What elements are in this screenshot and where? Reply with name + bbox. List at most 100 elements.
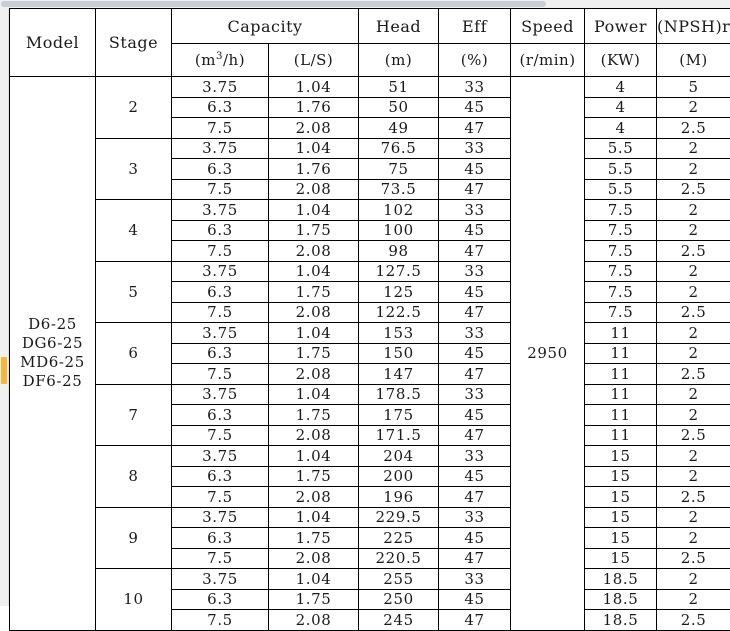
- head-cell: 100: [359, 220, 439, 241]
- capacity-m3h-cell: 6.3: [172, 220, 269, 241]
- power-cell: 5.5: [585, 138, 657, 159]
- capacity-m3h-cell: 3.75: [172, 569, 269, 590]
- unit-header-power: (KW): [585, 44, 657, 77]
- eff-cell: 45: [439, 466, 511, 487]
- stage-cell: 8: [96, 446, 172, 508]
- power-cell: 11: [585, 343, 657, 364]
- capacity-m3h-cell: 6.3: [172, 528, 269, 549]
- head-cell: 147: [359, 364, 439, 385]
- unit-header-speed: (r/min): [511, 44, 585, 77]
- head-cell: 75: [359, 159, 439, 180]
- capacity-m3h-cell: 6.3: [172, 466, 269, 487]
- capacity-m3h-cell: 3.75: [172, 138, 269, 159]
- horizontal-scrollbar-thumb[interactable]: [1, 1, 546, 7]
- power-cell: 15: [585, 466, 657, 487]
- column-header-stage: Stage: [96, 9, 172, 77]
- eff-cell: 45: [439, 159, 511, 180]
- column-header-power: Power: [585, 9, 657, 44]
- table-row: 43.751.04102337.52: [10, 200, 730, 221]
- head-cell: 51: [359, 77, 439, 98]
- power-cell: 15: [585, 446, 657, 467]
- eff-cell: 33: [439, 138, 511, 159]
- model-name: D6-25: [10, 315, 95, 334]
- npsh-cell: 2: [657, 200, 730, 221]
- column-header-speed: Speed: [511, 9, 585, 44]
- npsh-cell: 2.5: [657, 364, 730, 385]
- capacity-ls-cell: 2.08: [269, 302, 359, 323]
- power-cell: 7.5: [585, 200, 657, 221]
- capacity-ls-cell: 1.75: [269, 466, 359, 487]
- capacity-m3h-cell: 7.5: [172, 548, 269, 569]
- eff-cell: 33: [439, 200, 511, 221]
- npsh-cell: 2.5: [657, 241, 730, 262]
- capacity-ls-cell: 2.08: [269, 241, 359, 262]
- power-cell: 11: [585, 405, 657, 426]
- capacity-ls-cell: 2.08: [269, 364, 359, 385]
- eff-cell: 47: [439, 487, 511, 508]
- head-cell: 153: [359, 323, 439, 344]
- eff-cell: 45: [439, 589, 511, 610]
- eff-cell: 33: [439, 77, 511, 98]
- column-header-eff: Eff: [439, 9, 511, 44]
- vertical-scrollbar-thumb[interactable]: [1, 357, 7, 384]
- power-cell: 4: [585, 77, 657, 98]
- eff-cell: 47: [439, 302, 511, 323]
- power-cell: 11: [585, 425, 657, 446]
- capacity-m3h-cell: 3.75: [172, 77, 269, 98]
- table-header: Model Stage Capacity Head Eff Speed Powe…: [10, 9, 730, 77]
- power-cell: 15: [585, 548, 657, 569]
- table-row: 93.751.04229.533152: [10, 507, 730, 528]
- head-cell: 245: [359, 610, 439, 631]
- npsh-cell: 2: [657, 446, 730, 467]
- npsh-cell: 2: [657, 323, 730, 344]
- capacity-m3h-cell: 7.5: [172, 118, 269, 139]
- unit-header-capacity-ls: (L/S): [269, 44, 359, 77]
- capacity-m3h-cell: 7.5: [172, 241, 269, 262]
- capacity-m3h-cell: 3.75: [172, 200, 269, 221]
- column-header-head: Head: [359, 9, 439, 44]
- table-row: 103.751.042553318.52: [10, 569, 730, 590]
- capacity-m3h-cell: 6.3: [172, 589, 269, 610]
- capacity-ls-cell: 1.04: [269, 77, 359, 98]
- stage-cell: 6: [96, 323, 172, 385]
- npsh-cell: 2: [657, 138, 730, 159]
- head-cell: 178.5: [359, 384, 439, 405]
- power-cell: 15: [585, 528, 657, 549]
- stage-cell: 2: [96, 77, 172, 139]
- unit-header-head: (m): [359, 44, 439, 77]
- model-name: MD6-25: [10, 353, 95, 372]
- head-cell: 220.5: [359, 548, 439, 569]
- npsh-cell: 2: [657, 97, 730, 118]
- head-cell: 49: [359, 118, 439, 139]
- head-cell: 150: [359, 343, 439, 364]
- power-cell: 18.5: [585, 610, 657, 631]
- npsh-cell: 2: [657, 405, 730, 426]
- head-cell: 171.5: [359, 425, 439, 446]
- eff-cell: 33: [439, 261, 511, 282]
- stage-cell: 4: [96, 200, 172, 262]
- stage-cell: 5: [96, 261, 172, 323]
- capacity-ls-cell: 1.75: [269, 220, 359, 241]
- column-header-model: Model: [10, 9, 96, 77]
- stage-cell: 3: [96, 138, 172, 200]
- capacity-m3h-cell: 7.5: [172, 179, 269, 200]
- eff-cell: 33: [439, 323, 511, 344]
- table-row: 73.751.04178.533112: [10, 384, 730, 405]
- unit-header-capacity-m3h: (m3/h): [172, 44, 269, 77]
- capacity-ls-cell: 1.04: [269, 507, 359, 528]
- power-cell: 7.5: [585, 302, 657, 323]
- npsh-cell: 2.5: [657, 425, 730, 446]
- capacity-ls-cell: 1.04: [269, 446, 359, 467]
- eff-cell: 47: [439, 179, 511, 200]
- power-cell: 7.5: [585, 282, 657, 303]
- capacity-m3h-cell: 7.5: [172, 425, 269, 446]
- capacity-ls-cell: 1.76: [269, 159, 359, 180]
- capacity-ls-cell: 1.04: [269, 323, 359, 344]
- capacity-m3h-cell: 6.3: [172, 405, 269, 426]
- npsh-cell: 2: [657, 220, 730, 241]
- vertical-scrollbar[interactable]: [0, 8, 9, 606]
- eff-cell: 45: [439, 405, 511, 426]
- table-row: 63.751.0415333112: [10, 323, 730, 344]
- capacity-m3h-cell: 7.5: [172, 364, 269, 385]
- capacity-m3h-cell: 3.75: [172, 507, 269, 528]
